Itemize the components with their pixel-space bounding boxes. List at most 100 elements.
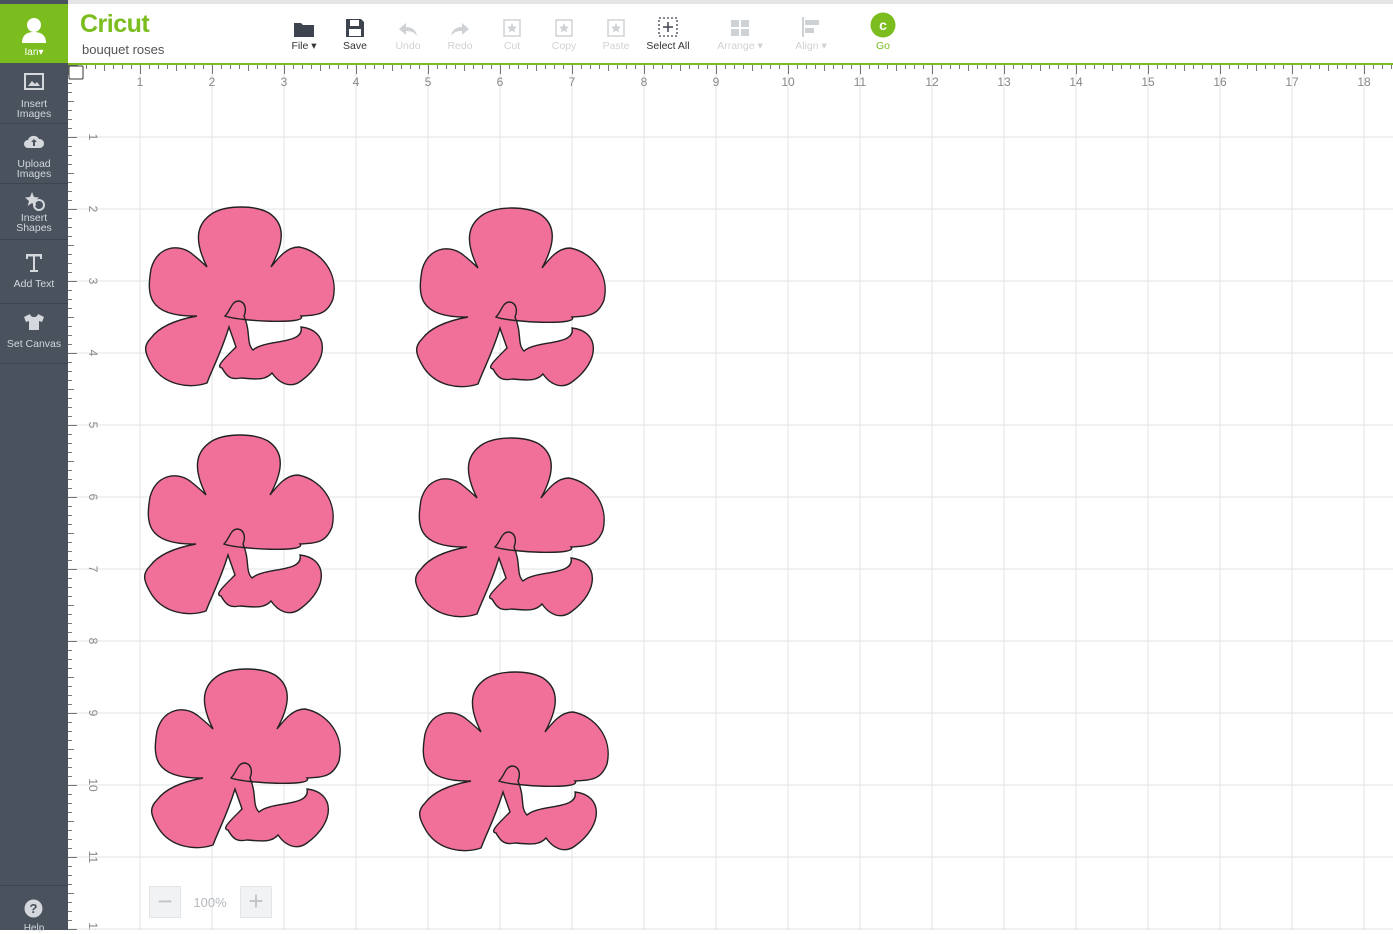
cut-label: Cut bbox=[503, 40, 521, 52]
caret-down-icon: ▾ bbox=[38, 47, 44, 58]
redo-button[interactable]: Redo bbox=[435, 8, 485, 52]
ruler-corner-box bbox=[68, 65, 84, 80]
arrange-label: Arrange bbox=[717, 40, 755, 52]
ruler-label: 10 bbox=[86, 778, 100, 792]
file-button[interactable]: File ▾ bbox=[279, 8, 329, 52]
zoom-in-button[interactable]: + bbox=[240, 886, 272, 918]
arrange-icon bbox=[731, 20, 749, 36]
align-button[interactable]: Align ▾ bbox=[786, 8, 836, 52]
shapes-icon bbox=[25, 192, 45, 211]
horizontal-ruler: 1 2 3 4 5 6 7 8 9 10 11 12 13 14 15 16 17 18 bbox=[68, 65, 1392, 89]
svg-text:c: c bbox=[879, 17, 887, 33]
file-label: File bbox=[291, 40, 309, 52]
ruler-label: 4 bbox=[353, 75, 360, 89]
ruler-label: 11 bbox=[86, 851, 100, 864]
go-label: Go bbox=[875, 40, 890, 52]
ruler-label: 8 bbox=[641, 75, 648, 89]
design-canvas[interactable]: 1 2 3 4 5 6 7 8 9 10 11 12 13 14 15 16 17 18 123456789101… bbox=[68, 65, 1393, 930]
caret-down-icon: ▾ bbox=[757, 40, 763, 52]
sidebar-item-set-canvas[interactable]: Set Canvas bbox=[0, 305, 68, 364]
image-icon bbox=[24, 73, 44, 90]
save-button[interactable]: Save bbox=[330, 8, 380, 52]
paste-icon bbox=[607, 19, 625, 37]
caret-down-icon: ▾ bbox=[311, 40, 317, 52]
text-icon bbox=[26, 254, 42, 272]
go-icon: c bbox=[870, 12, 896, 38]
select-all-button[interactable]: Select All bbox=[643, 8, 693, 52]
redo-label: Redo bbox=[447, 40, 473, 52]
sidebar-item-upload-images[interactable]: Upload Images bbox=[0, 125, 68, 184]
user-name: Ian bbox=[24, 47, 39, 58]
ruler-label: 13 bbox=[997, 75, 1011, 89]
ruler-label: 9 bbox=[86, 710, 100, 717]
ruler-label: 15 bbox=[1141, 75, 1155, 89]
cloud-upload-icon bbox=[24, 135, 45, 148]
cut-button[interactable]: Cut bbox=[487, 8, 537, 52]
flower-shape[interactable] bbox=[414, 437, 605, 618]
ruler-label: 17 bbox=[1285, 75, 1299, 89]
ruler-label: 11 bbox=[854, 75, 867, 89]
ruler-label: 12 bbox=[925, 75, 939, 89]
undo-label: Undo bbox=[395, 40, 421, 52]
select-all-icon bbox=[658, 17, 678, 37]
help-icon: ? bbox=[24, 899, 43, 918]
redo-icon bbox=[451, 23, 469, 36]
ruler-label: 1 bbox=[137, 75, 144, 89]
shirt-icon bbox=[24, 314, 44, 330]
ruler-label: 1 bbox=[86, 134, 100, 141]
user-icon bbox=[22, 18, 46, 43]
ruler-label: 18 bbox=[1357, 75, 1371, 89]
flower-shape[interactable] bbox=[415, 207, 606, 388]
cricut-logo: Cricut bbox=[80, 10, 150, 38]
ruler-label: 6 bbox=[497, 75, 504, 89]
flower-shape[interactable] bbox=[143, 434, 334, 615]
paste-button[interactable]: Paste bbox=[591, 8, 641, 52]
copy-icon bbox=[555, 19, 573, 37]
sidebar-label: Shapes bbox=[16, 222, 52, 234]
arrange-button[interactable]: Arrange ▾ bbox=[715, 8, 765, 52]
ruler-label: 7 bbox=[86, 566, 100, 573]
ruler-label: 5 bbox=[86, 422, 100, 429]
ruler-label: 16 bbox=[1213, 75, 1227, 89]
go-button[interactable]: c Go bbox=[858, 8, 908, 52]
ruler-label: 14 bbox=[1069, 75, 1083, 89]
ruler-label: 3 bbox=[86, 278, 100, 285]
project-name[interactable]: bouquet roses bbox=[82, 42, 164, 57]
align-label: Align bbox=[795, 40, 819, 52]
vertical-ruler: 123456789101112 bbox=[68, 65, 100, 930]
flower-shape[interactable] bbox=[150, 668, 341, 849]
flower-shape[interactable] bbox=[418, 671, 609, 852]
user-menu[interactable]: Ian▾ bbox=[0, 4, 68, 63]
ruler-label: 2 bbox=[209, 75, 216, 89]
folder-icon bbox=[294, 23, 314, 37]
select-all-label: Select All bbox=[646, 40, 690, 52]
paste-label: Paste bbox=[602, 40, 630, 52]
svg-text:?: ? bbox=[30, 901, 38, 916]
undo-button[interactable]: Undo bbox=[383, 8, 433, 52]
zoom-out-button[interactable]: − bbox=[149, 886, 181, 918]
ruler-label: 10 bbox=[781, 75, 795, 89]
ruler-label: 8 bbox=[86, 638, 100, 645]
sidebar-item-add-text[interactable]: Add Text bbox=[0, 245, 68, 304]
copy-button[interactable]: Copy bbox=[539, 8, 589, 52]
ruler-label: 9 bbox=[713, 75, 720, 89]
cut-icon bbox=[503, 19, 521, 37]
copy-label: Copy bbox=[551, 40, 577, 52]
sidebar-item-insert-shapes[interactable]: Insert Shapes bbox=[0, 185, 68, 240]
ruler-label: 7 bbox=[569, 75, 576, 89]
ruler-label: 5 bbox=[425, 75, 432, 89]
sidebar-label: Images bbox=[16, 108, 52, 120]
help-button[interactable]: ? Help bbox=[0, 885, 68, 934]
ruler-label: 3 bbox=[281, 75, 288, 89]
ruler-label: 2 bbox=[86, 206, 100, 213]
ruler-label: 4 bbox=[86, 350, 100, 357]
sidebar-label: Set Canvas bbox=[6, 338, 62, 350]
save-icon bbox=[346, 19, 364, 37]
caret-down-icon: ▾ bbox=[821, 40, 827, 52]
sidebar-item-insert-images[interactable]: Insert Images bbox=[0, 65, 68, 124]
sidebar-label: Images bbox=[16, 168, 52, 180]
align-icon bbox=[802, 17, 819, 37]
save-label: Save bbox=[343, 40, 367, 52]
flower-shape[interactable] bbox=[144, 206, 335, 387]
zoom-level: 100% bbox=[193, 895, 227, 910]
